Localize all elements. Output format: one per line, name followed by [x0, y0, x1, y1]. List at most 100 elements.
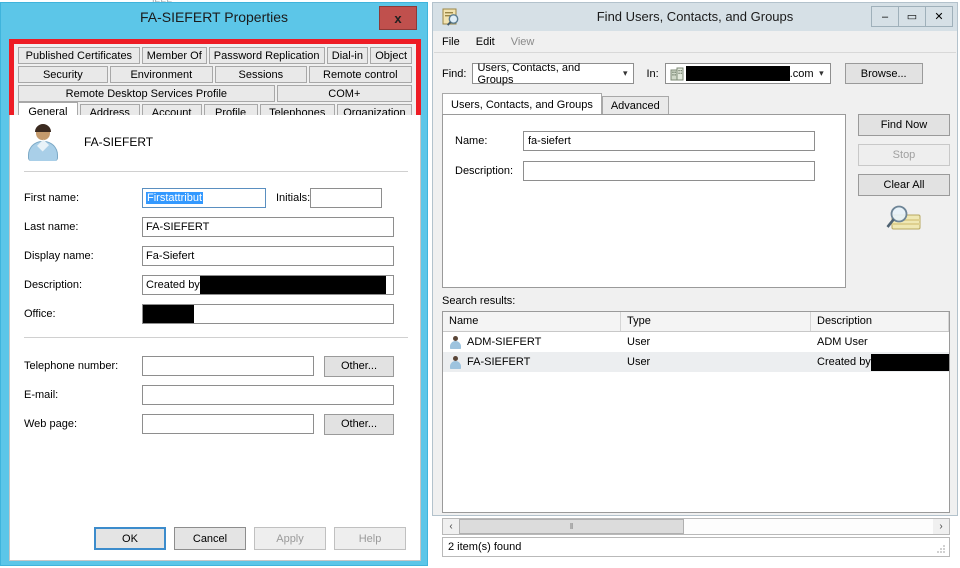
office-label: Office:: [24, 308, 56, 320]
properties-titlebar[interactable]: FA-SIEFERT Properties x: [1, 3, 427, 33]
table-row[interactable]: ADM-SIEFERT User ADM User: [443, 332, 949, 352]
email-label: E-mail:: [24, 389, 59, 401]
results-horizontal-scrollbar[interactable]: ‹ ‖ ›: [442, 518, 950, 535]
user-icon: [449, 355, 462, 369]
webpage-other-button[interactable]: Other...: [324, 413, 394, 435]
tab-password-replication[interactable]: Password Replication: [208, 47, 325, 64]
tab-com[interactable]: COM+: [276, 85, 412, 102]
in-scope-value: .com: [789, 67, 814, 80]
result-description-redaction: [870, 353, 949, 371]
scroll-left-icon[interactable]: ‹: [443, 519, 459, 534]
in-scope-redaction: [685, 66, 790, 81]
menu-file[interactable]: File: [442, 36, 460, 48]
tab-sessions[interactable]: Sessions: [215, 66, 307, 83]
find-content: Find: Users, Contacts, and Groups ▾ In:: [434, 53, 956, 557]
telephone-label: Telephone number:: [24, 360, 119, 372]
user-display-name: FA-SIEFERT: [84, 135, 154, 149]
menu-edit[interactable]: Edit: [476, 36, 495, 48]
webpage-input[interactable]: [142, 414, 314, 434]
tab-object[interactable]: Object: [370, 47, 412, 64]
tab-published-certificates[interactable]: Published Certificates: [18, 47, 140, 64]
close-icon[interactable]: ✕: [925, 6, 953, 27]
results-column-description[interactable]: Description: [811, 312, 949, 331]
divider-middle: [24, 337, 408, 338]
tab-remote-desktop-services-profile[interactable]: Remote Desktop Services Profile: [18, 85, 275, 102]
scroll-track[interactable]: [684, 519, 933, 534]
results-header: Name Type Description: [443, 312, 949, 332]
tab-member-of[interactable]: Member Of: [141, 47, 207, 64]
tab-row-3: Remote Desktop Services Profile COM+: [18, 85, 412, 102]
results-column-type[interactable]: Type: [621, 312, 811, 331]
search-name-input[interactable]: fa-siefert: [523, 131, 815, 151]
find-tab-strip: Users, Contacts, and Groups Advanced: [442, 93, 669, 115]
clear-all-button[interactable]: Clear All: [858, 174, 950, 196]
result-name: ADM-SIEFERT: [467, 336, 542, 348]
find-type-dropdown[interactable]: Users, Contacts, and Groups ▾: [472, 61, 635, 86]
resize-grip-icon[interactable]: [936, 544, 946, 554]
initials-label: Initials:: [276, 192, 311, 204]
first-name-row: First name: Firstattribut Initials:: [24, 187, 382, 209]
telephone-other-button[interactable]: Other...: [324, 355, 394, 377]
cancel-button[interactable]: Cancel: [174, 527, 246, 550]
menu-view[interactable]: View: [511, 36, 535, 48]
scroll-thumb[interactable]: ‖: [459, 519, 684, 534]
result-name: FA-SIEFERT: [467, 356, 531, 368]
result-name-cell: ADM-SIEFERT: [443, 335, 621, 349]
search-magnifier-icon: [886, 205, 921, 230]
find-window: Find Users, Contacts, and Groups – ▭ ✕ F…: [432, 2, 958, 557]
chevron-down-icon: ▾: [819, 68, 824, 78]
last-name-input[interactable]: FA-SIEFERT: [142, 217, 394, 237]
find-titlebar[interactable]: Find Users, Contacts, and Groups – ▭ ✕: [433, 3, 957, 31]
tab-environment[interactable]: Environment: [109, 66, 214, 83]
menu-bar: File Edit View: [434, 31, 956, 53]
display-name-input[interactable]: Fa-Siefert: [142, 246, 394, 266]
properties-window: FA-SIEFERT Properties x Published Certif…: [0, 2, 428, 566]
minimize-icon[interactable]: –: [871, 6, 899, 27]
browse-button[interactable]: Browse...: [844, 63, 923, 84]
description-redaction: [199, 276, 386, 294]
tab-remote-control[interactable]: Remote control: [308, 66, 412, 83]
description-label: Description:: [24, 279, 83, 291]
divider-top: [24, 171, 408, 172]
results-body: ADM-SIEFERT User ADM User FA-SIEFERT User Cre…: [443, 332, 949, 372]
status-bar: 2 item(s) found: [442, 537, 950, 557]
find-now-button[interactable]: Find Now: [858, 114, 950, 136]
result-description: Created by: [811, 353, 949, 371]
webpage-label: Web page:: [24, 418, 78, 430]
in-scope-dropdown[interactable]: .com ▾: [664, 63, 831, 84]
first-name-input[interactable]: Firstattribut: [142, 188, 266, 208]
email-input[interactable]: [142, 385, 394, 405]
table-row[interactable]: FA-SIEFERT User Created by: [443, 352, 949, 372]
ok-button[interactable]: OK: [94, 527, 166, 550]
domain-icon: [670, 67, 684, 80]
tab-security[interactable]: Security: [18, 66, 108, 83]
find-type-value: Users, Contacts, and Groups: [477, 61, 581, 86]
user-icon: [449, 335, 462, 349]
close-icon[interactable]: x: [379, 6, 417, 30]
initials-input[interactable]: [310, 188, 382, 208]
first-name-label: First name:: [24, 192, 80, 204]
apply-button: Apply: [254, 527, 326, 550]
description-value: Created by: [146, 279, 200, 291]
tab-dial-in[interactable]: Dial-in: [326, 47, 369, 64]
result-type: User: [627, 336, 651, 348]
maximize-icon[interactable]: ▭: [898, 6, 926, 27]
description-input[interactable]: Created by: [142, 275, 394, 295]
find-tab-users-contacts-and-groups[interactable]: Users, Contacts, and Groups: [442, 93, 602, 115]
results-list[interactable]: Name Type Description ADM-SIEFERT User ADM U…: [442, 311, 950, 513]
results-label: Search results:: [442, 295, 516, 307]
office-input[interactable]: [142, 304, 394, 324]
search-description-input[interactable]: [523, 161, 815, 181]
find-tab-advanced[interactable]: Advanced: [601, 96, 669, 115]
screen: IEEE FA-SIEFERT Properties x Published C…: [0, 0, 960, 568]
results-column-name[interactable]: Name: [443, 312, 621, 331]
status-text: 2 item(s) found: [448, 541, 522, 553]
find-scope-row: Find: Users, Contacts, and Groups ▾ In:: [442, 61, 923, 86]
scroll-right-icon[interactable]: ›: [933, 519, 949, 534]
window-controls: – ▭ ✕: [871, 6, 953, 27]
stop-button: Stop: [858, 144, 950, 166]
display-name-row: Display name: Fa-Siefert: [24, 245, 394, 267]
user-avatar-icon: [24, 123, 62, 161]
telephone-input[interactable]: [142, 356, 314, 376]
search-criteria-panel: Name: fa-siefert Description:: [442, 114, 846, 288]
